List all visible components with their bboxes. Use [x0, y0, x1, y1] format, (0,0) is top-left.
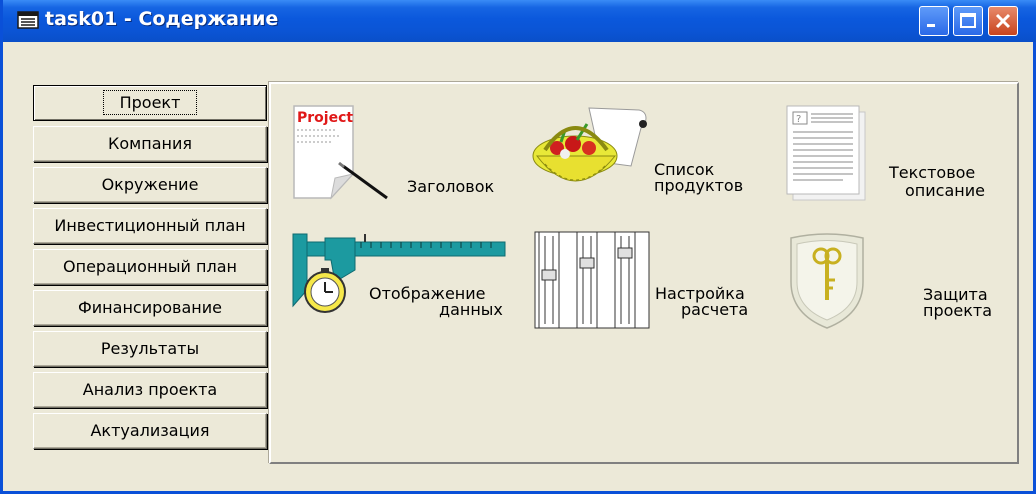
item-calculation-settings[interactable]: Настройка расчета: [533, 230, 761, 330]
menu-button-label: Результаты: [100, 339, 200, 358]
project-icon-text: Project: [297, 110, 353, 126]
menu-button-label: Компания: [108, 134, 192, 153]
close-icon: [995, 13, 1011, 29]
item-label-line2: описание: [905, 181, 985, 200]
item-product-list[interactable]: Список продуктов: [531, 102, 761, 202]
document-window-icon: [17, 11, 39, 29]
svg-text:?: ?: [796, 114, 801, 125]
item-label-line2: проекта: [923, 301, 993, 320]
item-label: Заголовок: [407, 177, 495, 196]
item-label-line2: данных: [439, 300, 503, 319]
product-basket-icon: [532, 107, 647, 182]
menu-button-label: Инвестиционный план: [54, 216, 246, 235]
menu-button-update[interactable]: Актуализация: [33, 413, 267, 449]
item-title[interactable]: Project Заголовок: [291, 104, 513, 204]
item-text-description[interactable]: ? Текстовое описание: [783, 102, 1013, 204]
menu-button-label: Финансирование: [78, 298, 222, 317]
close-button[interactable]: [988, 6, 1018, 36]
maximize-button[interactable]: [953, 6, 983, 36]
menu-button-operating-plan[interactable]: Операционный план: [33, 249, 267, 285]
maximize-icon: [960, 13, 976, 28]
item-project-protection[interactable]: Защита проекта: [787, 230, 1013, 332]
menu-button-company[interactable]: Компания: [33, 126, 267, 162]
minimize-icon: [927, 24, 935, 27]
shield-key-icon: [790, 233, 864, 329]
menu-button-label: Операционный план: [63, 257, 237, 276]
menu-button-project[interactable]: Проект: [33, 85, 267, 121]
item-label-line1: Текстовое: [889, 163, 976, 182]
menu-button-label: Окружение: [101, 175, 199, 194]
menu-button-project-analysis[interactable]: Анализ проекта: [33, 372, 267, 408]
menu-button-label: Актуализация: [90, 421, 210, 440]
text-document-icon: ?: [786, 105, 866, 201]
title-bar[interactable]: task01 - Содержание: [3, 0, 1036, 42]
minimize-button[interactable]: [919, 6, 949, 36]
project-title-icon: Project: [293, 105, 388, 200]
menu-button-results[interactable]: Результаты: [33, 331, 267, 367]
item-label-line2: расчета: [681, 300, 749, 319]
item-label-line2: продуктов: [654, 176, 744, 195]
slider-settings-icon: [534, 231, 650, 329]
menu-button-label: Анализ проекта: [82, 380, 218, 399]
window-title: task01 - Содержание: [45, 8, 279, 30]
menu-button-environment[interactable]: Окружение: [33, 167, 267, 203]
item-data-display[interactable]: Отображение данных: [291, 230, 513, 330]
menu-button-financing[interactable]: Финансирование: [33, 290, 267, 326]
menu-button-label: Проект: [102, 90, 198, 115]
application-window: task01 - Содержание Проект Компания Окру…: [0, 0, 1036, 494]
menu-button-investment-plan[interactable]: Инвестиционный план: [33, 208, 267, 244]
